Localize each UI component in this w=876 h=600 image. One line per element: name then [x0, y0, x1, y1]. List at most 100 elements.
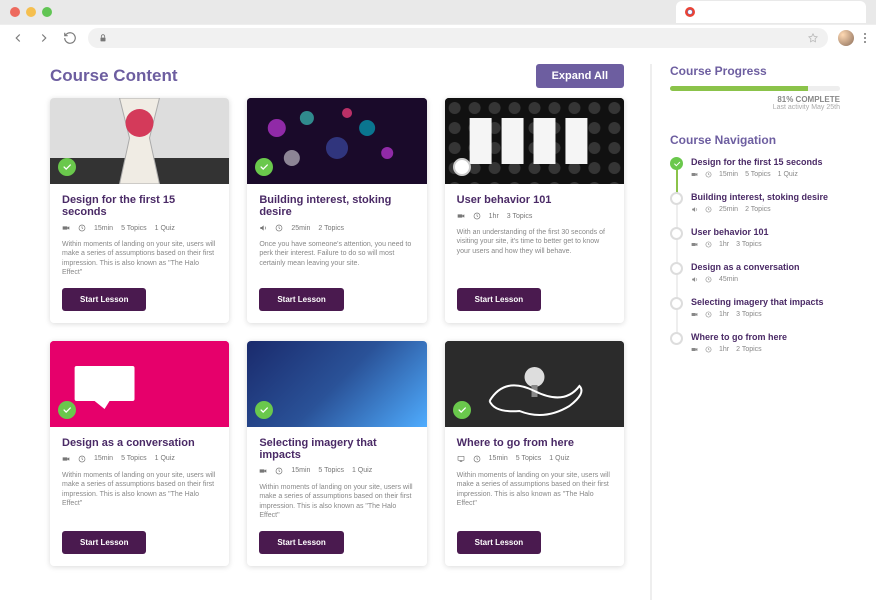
topics-count: 5 Topics	[516, 455, 542, 462]
clock-icon	[705, 241, 712, 248]
start-lesson-button[interactable]: Start Lesson	[457, 531, 541, 554]
reload-button[interactable]	[62, 30, 78, 46]
topics-count: 2 Topics	[318, 225, 344, 232]
duration: 1hr	[489, 213, 499, 220]
back-button[interactable]	[10, 30, 26, 46]
video-icon	[691, 311, 698, 318]
start-lesson-button[interactable]: Start Lesson	[259, 531, 343, 554]
nav-item-meta: 15min 5 Topics 1 Quiz	[691, 171, 840, 178]
course-card[interactable]: Design as a conversation 15min 5 Topics 1 …	[50, 341, 229, 566]
topics-count: 2 Topics	[745, 206, 771, 213]
video-icon	[457, 212, 465, 220]
course-card[interactable]: Design for the first 15 seconds 15min 5 T…	[50, 98, 229, 323]
clock-icon	[473, 455, 481, 463]
duration: 15min	[719, 171, 738, 178]
complete-check-icon	[58, 158, 76, 176]
card-description: Within moments of landing on your site, …	[457, 471, 612, 521]
nav-item-meta: 45min	[691, 276, 840, 283]
card-title: Design as a conversation	[62, 437, 217, 449]
profile-avatar[interactable]	[838, 30, 854, 46]
card-meta: 15min 5 Topics 1 Quiz	[62, 455, 217, 463]
clock-icon	[705, 171, 712, 178]
url-bar[interactable]	[88, 28, 828, 48]
card-description: Within moments of landing on your site, …	[62, 240, 217, 278]
expand-all-button[interactable]: Expand All	[536, 64, 624, 88]
course-card[interactable]: Where to go from here 15min5 Topics1 Qui…	[445, 341, 624, 566]
duration: 45min	[719, 276, 738, 283]
nav-item[interactable]: Design as a conversation 45min	[670, 262, 840, 297]
topics-count: 5 Topics	[745, 171, 771, 178]
star-icon[interactable]	[808, 33, 818, 43]
duration: 15min	[94, 455, 113, 462]
nav-item[interactable]: Design for the first 15 seconds 15min 5 T…	[670, 157, 840, 192]
forward-button[interactable]	[36, 30, 52, 46]
duration: 1hr	[719, 311, 729, 318]
course-card[interactable]: Building interest, stoking desire 25min2…	[247, 98, 426, 323]
topics-count: 5 Topics	[121, 455, 147, 462]
clock-icon	[275, 467, 283, 475]
incomplete-circle-icon	[670, 297, 683, 310]
course-card[interactable]: User behavior 101 1hr 3 Topics With an un…	[445, 98, 624, 323]
progress-bar	[670, 86, 840, 91]
start-lesson-button[interactable]: Start Lesson	[62, 288, 146, 311]
progress-title: Course Progress	[670, 64, 840, 78]
clock-icon	[705, 311, 712, 318]
topics-count: 3 Topics	[736, 311, 762, 318]
clock-icon	[473, 212, 481, 220]
complete-check-icon	[255, 158, 273, 176]
complete-check-icon	[255, 401, 273, 419]
browser-menu-icon[interactable]	[864, 33, 866, 43]
start-lesson-button[interactable]: Start Lesson	[259, 288, 343, 311]
incomplete-circle-icon	[670, 192, 683, 205]
clock-icon	[705, 346, 712, 353]
card-title: Building interest, stoking desire	[259, 194, 414, 218]
browser-tab[interactable]	[676, 1, 866, 23]
card-title: Design for the first 15 seconds	[62, 194, 217, 218]
incomplete-circle-icon	[670, 332, 683, 345]
quiz-count: 1 Quiz	[778, 171, 798, 178]
card-title: User behavior 101	[457, 194, 612, 206]
video-icon	[62, 455, 70, 463]
nav-item-title: Where to go from here	[691, 332, 840, 342]
card-thumbnail	[50, 341, 229, 427]
complete-check-icon	[58, 401, 76, 419]
video-icon	[691, 241, 698, 248]
nav-item-meta: 1hr2 Topics	[691, 346, 840, 353]
card-description: With an understanding of the first 30 se…	[457, 228, 612, 278]
clock-icon	[275, 224, 283, 232]
card-description: Within moments of landing on your site, …	[259, 483, 414, 521]
lock-icon	[98, 33, 108, 43]
complete-check-icon	[453, 401, 471, 419]
nav-item[interactable]: Building interest, stoking desire 25min2…	[670, 192, 840, 227]
progress-last-activity: Last activity May 25th	[670, 104, 840, 111]
clock-icon	[705, 206, 712, 213]
window-max-icon[interactable]	[42, 7, 52, 17]
nav-item[interactable]: Where to go from here 1hr2 Topics	[670, 332, 840, 367]
quiz-count: 1 Quiz	[155, 455, 175, 462]
nav-item-title: Design for the first 15 seconds	[691, 157, 840, 167]
nav-item-title: User behavior 101	[691, 227, 840, 237]
start-lesson-button[interactable]: Start Lesson	[62, 531, 146, 554]
card-meta: 1hr 3 Topics	[457, 212, 612, 220]
duration: 15min	[94, 225, 113, 232]
video-icon	[691, 171, 698, 178]
topics-count: 5 Topics	[121, 225, 147, 232]
window-close-icon[interactable]	[10, 7, 20, 17]
progress-percent: 81% COMPLETE	[670, 95, 840, 104]
nav-item[interactable]: Selecting imagery that impacts 1hr3 Topi…	[670, 297, 840, 332]
topics-count: 3 Topics	[507, 213, 533, 220]
card-thumbnail	[445, 98, 624, 184]
duration: 15min	[489, 455, 508, 462]
incomplete-circle-icon	[670, 227, 683, 240]
browser-chrome	[0, 0, 876, 50]
course-card[interactable]: Selecting imagery that impacts 15min5 To…	[247, 341, 426, 566]
start-lesson-button[interactable]: Start Lesson	[457, 288, 541, 311]
nav-item[interactable]: User behavior 101 1hr3 Topics	[670, 227, 840, 262]
card-meta: 25min2 Topics	[259, 224, 414, 232]
topics-count: 5 Topics	[318, 467, 344, 474]
nav-item-title: Design as a conversation	[691, 262, 840, 272]
window-min-icon[interactable]	[26, 7, 36, 17]
clock-icon	[705, 276, 712, 283]
card-description: Within moments of landing on your site, …	[62, 471, 217, 521]
card-thumbnail	[247, 341, 426, 427]
